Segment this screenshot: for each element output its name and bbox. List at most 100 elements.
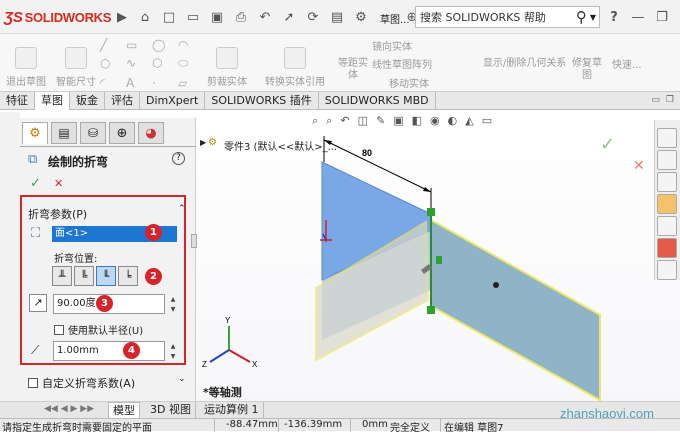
appearances-icon[interactable]	[657, 238, 677, 258]
window-controls: ▭ ❐	[645, 92, 680, 109]
plane-icon[interactable]: ▱	[178, 76, 200, 90]
command-manager: 退出草图 智能尺寸 ╱ ▭ ◯ ◠ ○ ∿ ⬡ ⬭ ◜ A · ▱ 剪裁实体 转换实体引用 等距实…	[0, 34, 680, 92]
convert-entities-button[interactable]: 转换实体引用	[265, 34, 325, 92]
tab-scroll-arrows[interactable]: ◀◀ ◀ ▶ ▶▶	[44, 404, 94, 414]
home-icon[interactable]: ⌂	[135, 7, 155, 27]
trim-entities-button[interactable]: 剪裁实体	[207, 34, 247, 92]
ellipse-icon[interactable]: ⬭	[178, 56, 200, 71]
tab-evaluate[interactable]: 评估	[105, 92, 140, 110]
tab-motion-study[interactable]: 运动算例 1	[200, 402, 264, 419]
doc-minimize-icon[interactable]: ▭	[651, 95, 660, 106]
linear-pattern-button[interactable]: 线性草图阵列	[372, 56, 432, 71]
select-arrow-icon[interactable]: ➚	[279, 7, 299, 27]
undo-icon[interactable]: ↶	[255, 7, 275, 27]
offset-entities-button[interactable]: 等距实 体	[338, 58, 368, 82]
cancel-button[interactable]: ✕	[54, 177, 63, 190]
move-entities-button[interactable]: 移动实体	[389, 75, 429, 90]
appearance-tab-icon[interactable]: ◕	[138, 122, 164, 144]
text-icon[interactable]: A	[126, 76, 148, 90]
tab-dimxpert[interactable]: DimXpert	[140, 92, 206, 110]
search-icon[interactable]: ⚲	[576, 8, 587, 26]
search-input[interactable]: 搜索 SOLIDWORKS 帮助 ⚲ ▼	[415, 6, 600, 28]
spline-icon[interactable]: ∿	[126, 56, 148, 71]
print-icon[interactable]: ⎙	[231, 7, 251, 27]
confirm-corner-cancel-icon[interactable]: ✕	[633, 158, 645, 174]
forum-icon[interactable]	[657, 260, 677, 280]
tab-addins[interactable]: SOLIDWORKS 插件	[205, 92, 319, 110]
exit-sketch-button[interactable]: 退出草图	[6, 34, 46, 92]
custom-properties-icon[interactable]	[657, 216, 677, 236]
minimize-button[interactable]: —	[628, 7, 648, 27]
bend-handle-bottom[interactable]	[427, 306, 435, 314]
open-folder-icon[interactable]: ▭	[183, 7, 203, 27]
help-icon[interactable]: ?	[604, 7, 624, 27]
tab-sketch[interactable]: 草图	[35, 92, 70, 110]
material-inside-icon[interactable]: ╚	[74, 266, 94, 286]
view-palette-icon[interactable]	[657, 194, 677, 214]
material-outside-icon[interactable]: ╙	[96, 266, 116, 286]
angle-spinner[interactable]: ▲ ▼	[168, 294, 178, 314]
new-document-icon[interactable]: □	[159, 7, 179, 27]
circle-icon[interactable]: ○	[100, 56, 122, 71]
point-icon[interactable]: ·	[152, 76, 174, 90]
doc-restore-icon[interactable]: ❐	[666, 95, 674, 106]
arc-icon[interactable]: ◠	[178, 38, 200, 52]
status-x-coord: -88.47mm	[226, 419, 278, 430]
ok-button[interactable]: ✓	[30, 176, 41, 191]
bend-outside-icon[interactable]: ╘	[118, 266, 138, 286]
tab-model[interactable]: 模型	[108, 402, 140, 419]
options-gear-icon[interactable]: ⚙	[351, 7, 371, 27]
custom-bend-checkbox[interactable]: 自定义折弯系数(A)	[28, 375, 135, 391]
restore-button[interactable]: ❐	[652, 7, 672, 27]
feature-tree-tab-icon[interactable]: ⚙	[22, 122, 48, 144]
smart-dimension-button[interactable]: 智能尺寸	[56, 34, 96, 92]
slot-icon[interactable]: ◯	[152, 38, 174, 52]
bend-radius-input[interactable]: 1.00mm	[53, 341, 165, 361]
radius-spinner[interactable]: ▲ ▼	[168, 341, 178, 361]
base-flange[interactable]	[430, 218, 601, 402]
bend-handle-mid[interactable]	[436, 256, 442, 264]
status-divider	[214, 419, 215, 432]
tab-3d-view[interactable]: 3D 视图	[146, 402, 196, 419]
status-editing: 在编辑 草图7	[444, 423, 504, 434]
quick-snaps-button[interactable]: 快速...	[612, 56, 642, 71]
status-y-coord: -136.39mm	[284, 419, 343, 430]
confirm-corner-ok-icon[interactable]: ✓	[600, 134, 615, 155]
configuration-tab-icon[interactable]: ⛁	[80, 122, 106, 144]
bend-handle-top[interactable]	[427, 208, 435, 216]
save-icon[interactable]: ▣	[207, 7, 227, 27]
tab-mbd[interactable]: SOLIDWORKS MBD	[319, 92, 436, 110]
fillet-icon[interactable]: ◜	[100, 76, 122, 90]
panel-help-icon[interactable]: ?	[172, 152, 185, 165]
collapse-icon[interactable]: ⌃	[178, 204, 186, 214]
svg-text:80: 80	[362, 148, 372, 158]
status-message: 请指定生成折弯时需要固定的平面	[2, 423, 152, 434]
line-icon[interactable]: ╱	[100, 38, 122, 52]
status-definition: 完全定义	[390, 423, 430, 434]
file-properties-icon[interactable]: ▤	[327, 7, 347, 27]
polygon-icon[interactable]: ⬡	[152, 56, 174, 71]
rebuild-icon[interactable]: ⟳	[303, 7, 323, 27]
bend-centerline-icon[interactable]: ╨	[52, 266, 72, 286]
property-manager-tab-icon[interactable]: ▤	[51, 122, 77, 144]
chevron-down-icon[interactable]: ▼	[587, 13, 599, 22]
tab-sheet-metal[interactable]: 钣金	[70, 92, 105, 110]
ds-logo-icon: ƷS	[4, 8, 23, 26]
file-explorer-icon[interactable]	[657, 172, 677, 192]
svg-text:Y: Y	[225, 316, 231, 325]
resources-icon[interactable]	[657, 128, 677, 148]
dimxpert-tab-icon[interactable]: ⊕	[109, 122, 135, 144]
rectangle-icon[interactable]: ▭	[126, 38, 148, 52]
panel-splitter[interactable]	[191, 234, 197, 248]
expand-icon[interactable]: ⌄	[178, 374, 186, 384]
repair-sketch-button[interactable]: 修复草 图	[572, 58, 602, 82]
menu-expand-icon[interactable]: ▶	[112, 7, 132, 27]
checkbox-box[interactable]	[54, 324, 64, 335]
display-relations-button[interactable]: 显示/删除几何关系	[483, 54, 566, 69]
view-name-label: *等轴测	[203, 386, 242, 399]
checkbox-box[interactable]	[28, 378, 38, 388]
tab-features[interactable]: 特征	[0, 92, 35, 110]
use-default-radius-checkbox[interactable]: 使用默认半径(U)	[54, 322, 143, 337]
mirror-entities-button[interactable]: 镜向实体	[372, 38, 412, 53]
design-library-icon[interactable]	[657, 150, 677, 170]
